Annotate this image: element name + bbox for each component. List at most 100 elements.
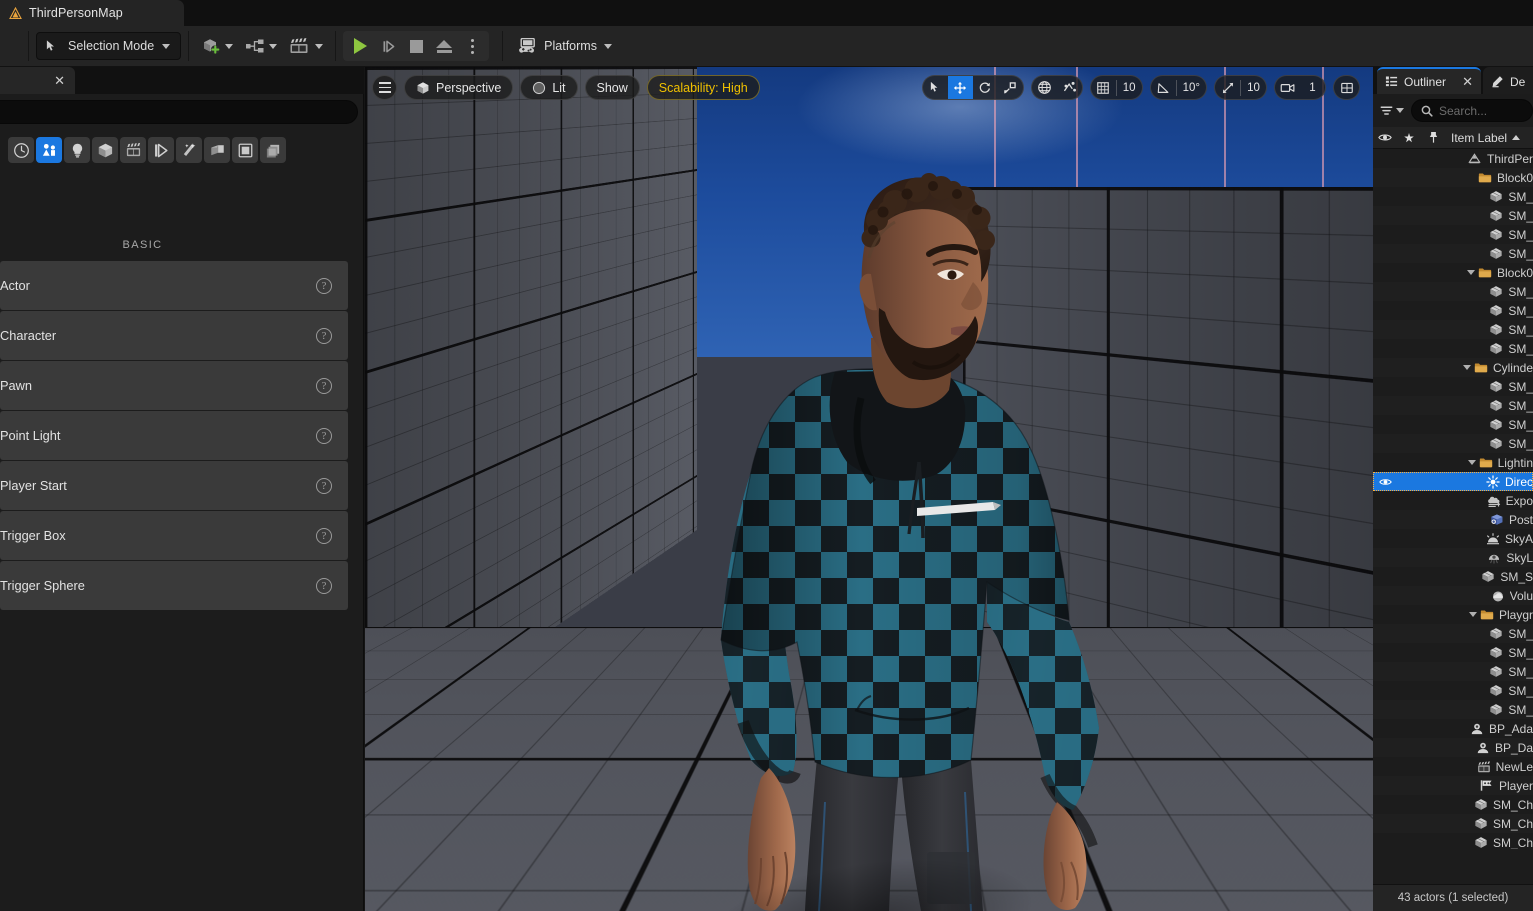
category-all-classes[interactable]: [232, 137, 258, 163]
level-viewport[interactable]: Perspective Lit Show Scalability: High 1…: [365, 67, 1373, 911]
outliner-row[interactable]: SM_: [1373, 700, 1533, 719]
list-item[interactable]: Player Start ?: [0, 461, 348, 510]
outliner-row[interactable]: SM_: [1373, 244, 1533, 263]
question-mark-icon[interactable]: ?: [316, 427, 332, 444]
character-mannequin[interactable]: [665, 162, 1135, 911]
question-mark-icon[interactable]: ?: [316, 327, 332, 344]
play-options-button[interactable]: [459, 33, 485, 59]
rotate-tool-button[interactable]: [973, 76, 998, 99]
outliner-row[interactable]: SM_Ch: [1373, 833, 1533, 849]
outliner-row[interactable]: Block0: [1373, 168, 1533, 187]
platforms-button[interactable]: Platforms: [510, 31, 620, 61]
outliner-row[interactable]: SM_: [1373, 662, 1533, 681]
scalability-button[interactable]: Scalability: High: [646, 75, 760, 100]
outliner-tree[interactable]: ThirdPer Block0 SM_ SM_ SM_ SM_ Block0 SM_ SM_ SM…: [1373, 149, 1533, 849]
stop-button[interactable]: [403, 33, 429, 59]
tab-details[interactable]: De: [1483, 67, 1533, 94]
list-item[interactable]: Point Light ?: [0, 411, 348, 460]
outliner-search-input[interactable]: Search...: [1411, 99, 1533, 122]
outliner-row[interactable]: Volu: [1373, 586, 1533, 605]
outliner-row[interactable]: SM_: [1373, 643, 1533, 662]
close-icon[interactable]: ✕: [54, 74, 65, 87]
coordinate-system-button[interactable]: [1032, 76, 1057, 99]
category-shapes[interactable]: [92, 137, 118, 163]
select-tool-button[interactable]: [923, 76, 948, 99]
outliner-row[interactable]: Cylinde: [1373, 358, 1533, 377]
question-mark-icon[interactable]: ?: [316, 527, 332, 544]
hamburger-menu-icon[interactable]: [372, 75, 397, 100]
category-volumes[interactable]: [204, 137, 230, 163]
list-item[interactable]: Pawn ?: [0, 361, 348, 410]
outliner-row[interactable]: SM_: [1373, 282, 1533, 301]
level-tab[interactable]: ThirdPersonMap: [0, 0, 184, 26]
lighting-mode-button[interactable]: Lit: [520, 75, 578, 100]
outliner-row[interactable]: Block0: [1373, 263, 1533, 282]
category-geometry[interactable]: [176, 137, 202, 163]
outliner-row[interactable]: NewLe: [1373, 757, 1533, 776]
grid-snap-value[interactable]: 10: [1117, 76, 1142, 99]
column-favorite[interactable]: [1397, 127, 1421, 149]
close-icon[interactable]: ✕: [1462, 75, 1473, 88]
column-item-label[interactable]: Item Label: [1445, 131, 1521, 145]
outliner-row[interactable]: SM_S: [1373, 567, 1533, 586]
show-menu-button[interactable]: Show: [584, 75, 640, 100]
grid-snap-toggle[interactable]: [1091, 76, 1116, 99]
question-mark-icon[interactable]: ?: [316, 377, 332, 394]
outliner-row[interactable]: SkyA: [1373, 529, 1533, 548]
outliner-row[interactable]: BP_Da: [1373, 738, 1533, 757]
outliner-row[interactable]: SM_: [1373, 206, 1533, 225]
outliner-row[interactable]: Expo: [1373, 491, 1533, 510]
category-all-classes-2[interactable]: [260, 137, 286, 163]
outliner-row[interactable]: SM_: [1373, 225, 1533, 244]
outliner-row[interactable]: SM_: [1373, 187, 1533, 206]
surface-snap-button[interactable]: [1057, 76, 1082, 99]
outliner-row[interactable]: BP_Ada: [1373, 719, 1533, 738]
outliner-row[interactable]: SM_: [1373, 624, 1533, 643]
question-mark-icon[interactable]: ?: [316, 277, 332, 294]
outliner-row[interactable]: SM_: [1373, 434, 1533, 453]
scale-snap-toggle[interactable]: [1215, 76, 1240, 99]
angle-snap-toggle[interactable]: [1151, 76, 1176, 99]
question-mark-icon[interactable]: ?: [316, 477, 332, 494]
outliner-row[interactable]: SM_: [1373, 339, 1533, 358]
outliner-row[interactable]: SM_: [1373, 415, 1533, 434]
expand-twisty-icon[interactable]: [1467, 460, 1478, 465]
tab-outliner[interactable]: Outliner ✕: [1377, 67, 1481, 94]
angle-snap-value[interactable]: 10°: [1177, 76, 1206, 99]
translate-tool-button[interactable]: [947, 76, 973, 99]
blueprint-button[interactable]: [240, 31, 282, 61]
expand-twisty-icon[interactable]: [1466, 270, 1477, 275]
list-item[interactable]: Trigger Sphere ?: [0, 561, 348, 610]
skip-frame-button[interactable]: [375, 33, 401, 59]
play-button[interactable]: [347, 33, 373, 59]
category-basic[interactable]: [36, 137, 62, 163]
camera-mode-button[interactable]: Perspective: [404, 75, 514, 100]
outliner-row[interactable]: Lightin: [1373, 453, 1533, 472]
selection-mode-button[interactable]: Selection Mode: [36, 32, 182, 60]
scale-tool-button[interactable]: [998, 76, 1023, 99]
outliner-row[interactable]: Player: [1373, 776, 1533, 795]
outliner-row[interactable]: SM_Ch: [1373, 795, 1533, 814]
category-lights[interactable]: [64, 137, 90, 163]
outliner-row[interactable]: SM_: [1373, 320, 1533, 339]
outliner-row[interactable]: SM_: [1373, 396, 1533, 415]
eject-button[interactable]: [431, 33, 457, 59]
column-pin[interactable]: [1421, 127, 1445, 149]
viewport-layout-button[interactable]: [1334, 76, 1359, 99]
place-actors-search-input[interactable]: Classes: [0, 100, 358, 124]
tab-place-actors[interactable]: tors ✕: [0, 67, 75, 94]
question-mark-icon[interactable]: ?: [316, 577, 332, 594]
outliner-row[interactable]: SM_: [1373, 301, 1533, 320]
expand-twisty-icon[interactable]: [1468, 612, 1479, 617]
outliner-row[interactable]: SkyL: [1373, 548, 1533, 567]
outliner-row[interactable]: SM_: [1373, 377, 1533, 396]
category-cinematic[interactable]: [120, 137, 146, 163]
camera-speed-value[interactable]: 1: [1300, 76, 1325, 99]
cinematics-button[interactable]: [284, 31, 328, 61]
camera-speed-toggle[interactable]: [1275, 76, 1300, 99]
category-visual-effects[interactable]: [148, 137, 174, 163]
eye-icon[interactable]: [1373, 477, 1397, 487]
list-item[interactable]: Trigger Box ?: [0, 511, 348, 560]
column-visibility[interactable]: [1373, 127, 1397, 149]
list-item[interactable]: Actor ?: [0, 261, 348, 310]
